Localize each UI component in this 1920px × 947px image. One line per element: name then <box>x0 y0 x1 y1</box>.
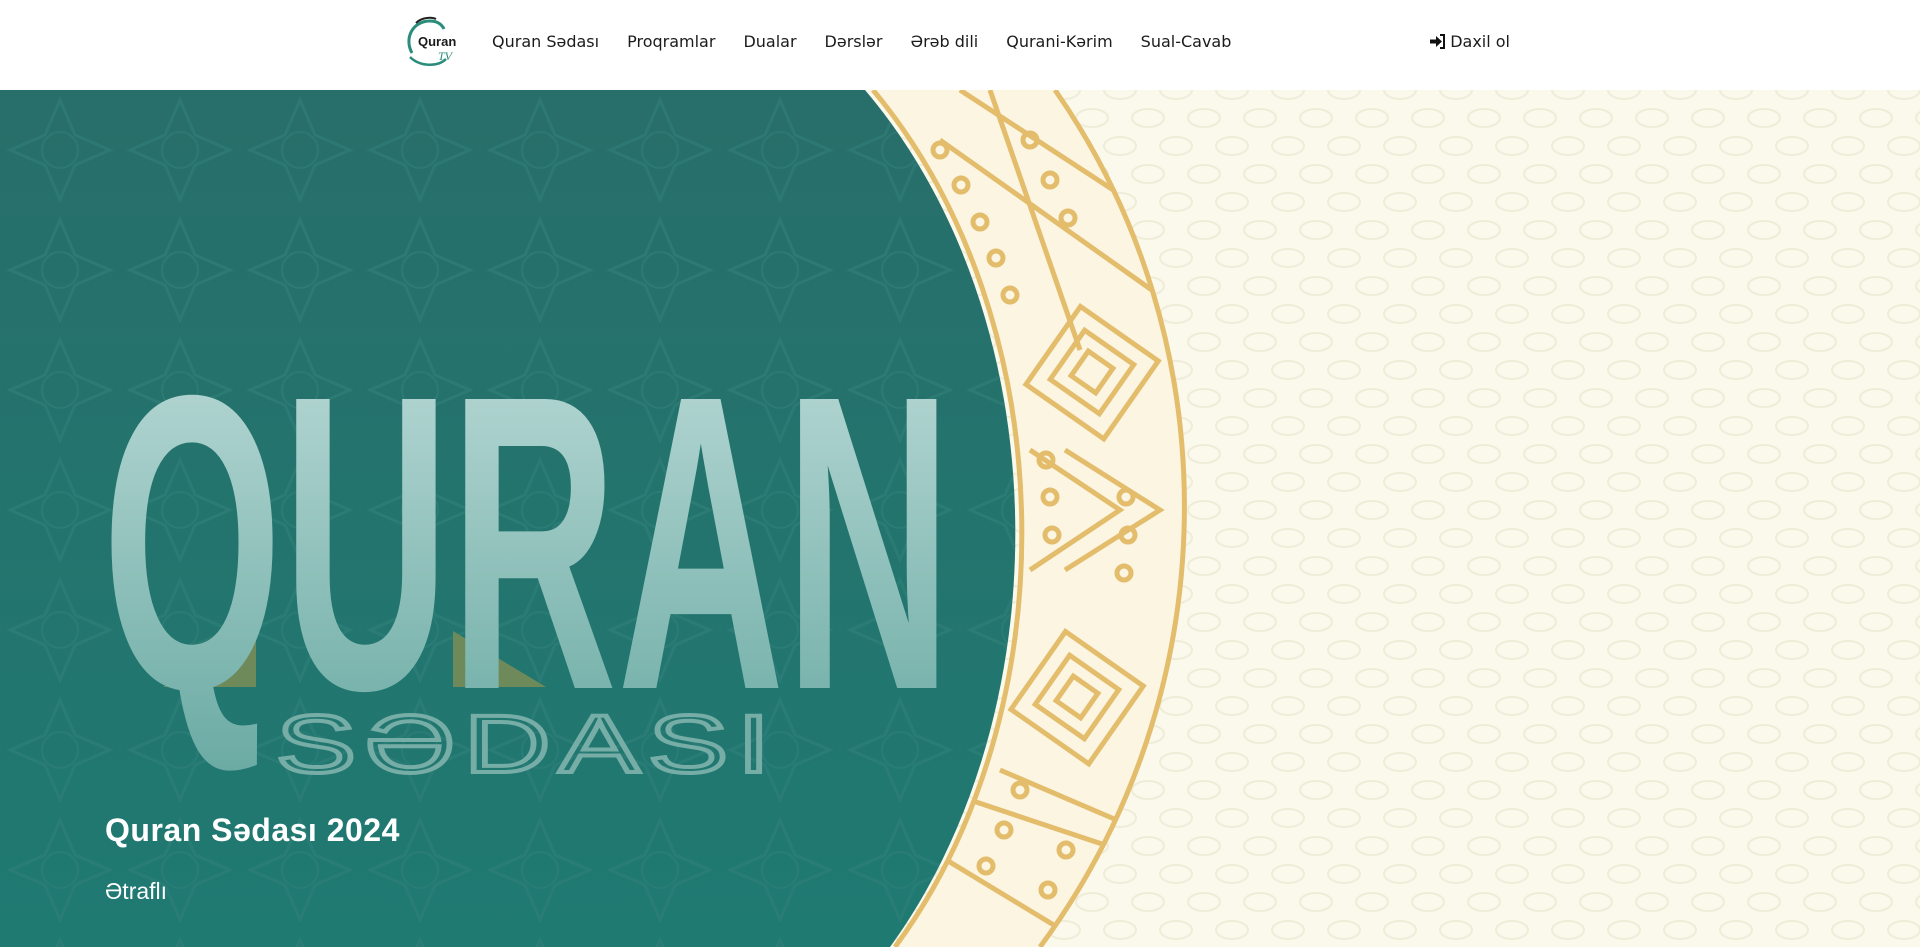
nav-item-dersler[interactable]: Dərslər <box>825 32 883 51</box>
hero-banner[interactable]: QURAN SƏDASI Quran Sədası 2024 Ətraflı <box>0 90 1920 947</box>
hero-art-small-text: SƏDASI <box>276 699 779 790</box>
login-label: Daxil ol <box>1450 31 1510 51</box>
hero-title: Quran Sədası 2024 <box>105 812 400 848</box>
navbar: Quran TV Quran Sədası Proqramlar Dualar … <box>0 0 1920 90</box>
main-nav: Quran Sədası Proqramlar Dualar Dərslər Ə… <box>492 32 1259 51</box>
navbar-inner: Quran TV Quran Sədası Proqramlar Dualar … <box>402 0 1510 82</box>
nav-item-quran-sedasi[interactable]: Quran Sədası <box>492 32 599 51</box>
nav-item-sual-cavab[interactable]: Sual-Cavab <box>1141 32 1232 51</box>
nav-item-dualar[interactable]: Dualar <box>743 32 796 51</box>
logo-text-quran: Quran <box>418 34 456 49</box>
login-button[interactable]: Daxil ol <box>1429 32 1510 51</box>
quran-tv-logo[interactable]: Quran TV <box>402 13 458 69</box>
read-more-link[interactable]: Ətraflı <box>105 878 167 905</box>
nav-item-proqramlar[interactable]: Proqramlar <box>627 32 715 51</box>
logo-text-tv: TV <box>438 49 454 63</box>
nav-item-qurani-kerim[interactable]: Qurani-Kərim <box>1006 32 1112 51</box>
nav-item-ereb-dili[interactable]: Ərəb dili <box>910 32 978 51</box>
sign-in-icon <box>1430 33 1446 49</box>
